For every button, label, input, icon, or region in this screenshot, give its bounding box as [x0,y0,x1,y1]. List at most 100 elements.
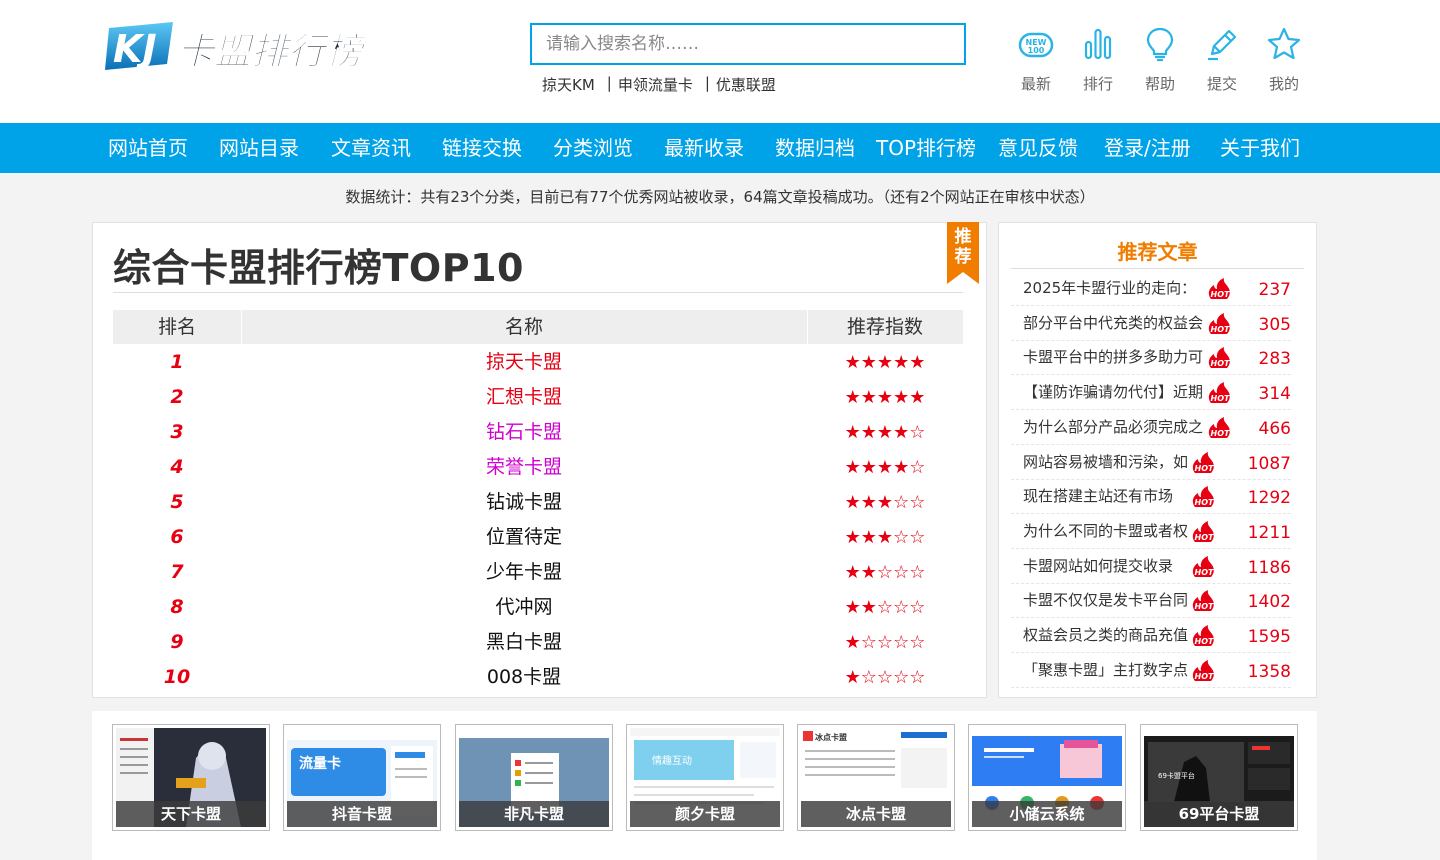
thumbnail-caption: 冰点卡盟 [801,801,951,827]
article-item: 权益会员之类的商品充值 HOT 1595 [1011,618,1291,653]
hot-icon: HOT [1205,416,1235,439]
site-name-link[interactable]: 少年卡盟 [241,555,807,590]
article-link[interactable]: 部分平台中代充类的权益会 [1023,306,1219,340]
search-box[interactable] [530,23,966,65]
nav-articles[interactable]: 文章资讯 [331,123,411,173]
rank-number: 8 [170,596,184,618]
hot-icon: HOT [1189,625,1219,647]
pencil-icon [1191,26,1253,62]
site-name-link[interactable]: 钻诚卡盟 [241,485,807,520]
hot-icon: HOT [1205,278,1235,300]
nav-top-ranking[interactable]: TOP排行榜 [876,123,976,173]
hot-icon: HOT [1189,555,1219,578]
site-thumbnail[interactable]: 非凡卡盟 [455,724,613,831]
site-logo[interactable]: KJ 卡盟排行榜 [103,18,378,76]
site-thumbnail[interactable]: 流量卡 抖音卡盟 [283,724,441,831]
star-rating: ★★★★★ [844,352,926,373]
site-name-link[interactable]: 位置待定 [241,520,807,555]
quick-link-1[interactable]: 掠天KM [542,74,595,95]
site-stats: 数据统计：共有23个分类，目前已有77个优秀网站被收录，64篇文章投稿成功。（还… [345,188,1095,206]
rank-number: 7 [170,561,184,583]
thumbnail-caption: 小储云系统 [972,801,1122,827]
svg-text:HOT: HOT [1211,325,1230,334]
nav-feedback[interactable]: 意见反馈 [998,123,1078,173]
star-rating: ★★★★☆ [844,457,926,478]
svg-text:69卡盟平台: 69卡盟平台 [1158,771,1195,780]
thumbnail-caption: 颜夕卡盟 [630,801,780,827]
ranking-title: 综合卡盟排行榜TOP10 [113,246,524,290]
article-item: 「聚惠卡盟」主打数字点 HOT 1358 [1011,653,1291,688]
tool-label: 我的 [1268,75,1299,93]
site-name-link[interactable]: 钻石卡盟 [241,415,807,450]
title-divider [113,292,963,293]
rank-number: 10 [163,666,191,688]
thumbnail-caption: 抖音卡盟 [287,801,437,827]
view-count: 1186 [1247,557,1291,578]
quick-link-3[interactable]: 优惠联盟 [716,74,776,95]
site-thumbnail[interactable]: 天下卡盟 [112,724,270,831]
svg-text:HOT: HOT [1195,637,1214,646]
nav-archive[interactable]: 数据归档 [775,123,855,173]
nav-categories[interactable]: 分类浏览 [553,123,633,173]
site-name-link[interactable]: 掠天卡盟 [241,345,807,380]
tool-submit[interactable]: 提交 [1191,26,1253,94]
hot-icon: HOT [1205,347,1235,369]
quick-link-2[interactable]: 申领流量卡 [618,74,693,95]
tool-label: 排行 [1082,75,1113,93]
svg-text:100: 100 [1028,46,1045,55]
table-row: 5 钻诚卡盟 ★★★☆☆ [113,485,963,520]
new-icon: NEW 100 [1005,26,1067,62]
nav-home[interactable]: 网站首页 [108,123,188,173]
site-name-link[interactable]: 汇想卡盟 [241,380,807,415]
article-link[interactable]: 为什么部分产品必须完成之 [1023,410,1219,444]
tool-ranking[interactable]: 排行 [1067,26,1129,94]
tool-mine[interactable]: 我的 [1253,26,1315,94]
svg-text:HOT: HOT [1211,429,1230,438]
quick-link-separator: | [704,74,710,92]
quick-links: 掠天KM | 申领流量卡 | 优惠联盟 [542,74,782,95]
view-count: 305 [1258,314,1291,335]
article-link[interactable]: 【谨防诈骗请勿代付】近期 [1023,375,1219,409]
site-name-link[interactable]: 008卡盟 [241,660,807,695]
hot-icon: HOT [1189,590,1219,612]
main-nav: 网站首页 网站目录 文章资讯 链接交换 分类浏览 最新收录 数据归档 TOP排行… [0,123,1440,173]
svg-text:HOT: HOT [1211,359,1230,368]
rank-number: 5 [170,491,184,513]
site-thumbnail[interactable]: 情趣互动 颜夕卡盟 [626,724,784,831]
site-name-link[interactable]: 荣誉卡盟 [241,450,807,485]
nav-about[interactable]: 关于我们 [1220,123,1300,173]
rank-number: 3 [170,421,184,443]
site-name-link[interactable]: 黑白卡盟 [241,625,807,660]
table-header: 排名 名称 推荐指数 [113,310,963,344]
tool-label: 帮助 [1144,75,1175,93]
hot-icon: HOT [1205,312,1235,335]
tool-latest[interactable]: NEW 100 最新 [1005,26,1067,94]
nav-latest[interactable]: 最新收录 [664,123,744,173]
view-count: 1595 [1247,627,1291,647]
header-tools: NEW 100 最新 排行 帮助 提交 我的 [1005,26,1315,94]
tool-label: 提交 [1206,75,1237,93]
header-name: 名称 [504,316,543,338]
svg-text:卡盟排行榜: 卡盟排行榜 [177,30,367,73]
nav-link-exchange[interactable]: 链接交换 [442,123,522,173]
site-thumbnail[interactable]: 69卡盟平台 69平台卡盟 [1140,724,1298,831]
tool-help[interactable]: 帮助 [1129,26,1191,94]
table-row: 2 汇想卡盟 ★★★★★ [113,380,963,415]
nav-directory[interactable]: 网站目录 [219,123,299,173]
site-thumbnail[interactable]: 小储云系统 [968,724,1126,831]
rank-number: 2 [170,386,184,408]
site-thumbnail[interactable]: 冰点卡盟 冰点卡盟 [797,724,955,831]
nav-login[interactable]: 登录/注册 [1104,123,1191,173]
star-rating: ★★★☆☆ [844,492,926,513]
rank-number: 1 [170,351,184,373]
article-item: 卡盟平台中的拼多多助力可 HOT 283 [1011,340,1291,376]
hot-icon: HOT [1189,451,1219,474]
table-row: 10 008卡盟 ★☆☆☆☆ [113,660,963,695]
search-input[interactable] [532,25,964,63]
thumbnail-caption: 69平台卡盟 [1144,801,1294,827]
article-link[interactable]: 2025年卡盟行业的走向： [1023,271,1219,305]
article-link[interactable]: 卡盟平台中的拼多多助力可 [1023,340,1219,374]
articles-title: 推荐文章 [1117,240,1198,264]
quick-link-separator: | [606,74,612,92]
site-name-link[interactable]: 代冲网 [241,590,807,625]
